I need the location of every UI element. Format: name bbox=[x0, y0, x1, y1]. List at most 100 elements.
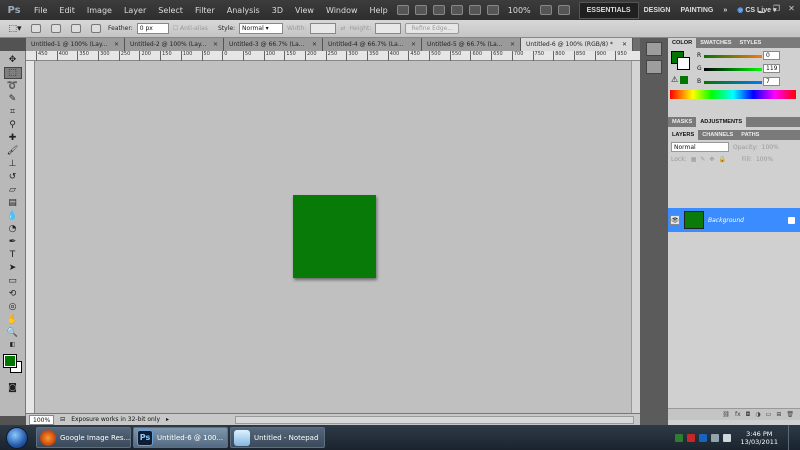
tray-app-icon[interactable] bbox=[674, 433, 683, 442]
tray-network-icon[interactable] bbox=[698, 433, 707, 442]
status-info-icon[interactable]: ⊟ bbox=[60, 416, 65, 423]
style-select[interactable]: Normal ▾ bbox=[239, 23, 284, 34]
fill-value[interactable]: 100% bbox=[756, 156, 773, 163]
canvas-area[interactable] bbox=[35, 61, 631, 413]
tray-adobe-icon[interactable] bbox=[686, 433, 695, 442]
lock-position-icon[interactable]: ✥ bbox=[709, 156, 714, 163]
marquee-preset-icon[interactable]: ⬚▾ bbox=[6, 23, 24, 35]
hand-tool-icon[interactable]: ✋ bbox=[4, 314, 22, 326]
tab-adjustments[interactable]: ADJUSTMENTS bbox=[696, 117, 747, 127]
menu-image[interactable]: Image bbox=[81, 6, 118, 15]
status-arrow-icon[interactable]: ▸ bbox=[166, 416, 169, 423]
3d-orbit-tool-icon[interactable]: ◎ bbox=[4, 301, 22, 313]
blur-tool-icon[interactable]: 💧 bbox=[4, 210, 22, 222]
menu-analysis[interactable]: Analysis bbox=[221, 6, 266, 15]
warning-icon[interactable]: ⚠ bbox=[671, 75, 678, 84]
tray-flag-icon[interactable] bbox=[710, 433, 719, 442]
tab-untitled-5[interactable]: Untitled-5 @ 66.7% (La... ✕ bbox=[422, 38, 521, 51]
clone-stamp-tool-icon[interactable]: ⊥ bbox=[4, 158, 22, 170]
blue-slider[interactable] bbox=[704, 81, 762, 84]
menu-select[interactable]: Select bbox=[152, 6, 189, 15]
intersect-selection-icon[interactable] bbox=[91, 24, 101, 33]
antialias-checkbox[interactable]: ☐ Anti-alias bbox=[173, 25, 208, 32]
link-layers-icon[interactable]: ⛓ bbox=[722, 411, 730, 418]
layer-mask-icon[interactable]: ◘ bbox=[746, 411, 751, 418]
task-notepad[interactable]: Untitled - Notepad bbox=[230, 427, 325, 448]
tab-color[interactable]: COLOR bbox=[668, 38, 697, 48]
close-tab-icon[interactable]: ✕ bbox=[114, 41, 119, 48]
rectangle-tool-icon[interactable]: ▭ bbox=[4, 275, 22, 287]
lasso-tool-icon[interactable]: ➰ bbox=[4, 80, 22, 92]
type-tool-icon[interactable]: T bbox=[4, 249, 22, 261]
workspace-painting[interactable]: PAINTING bbox=[675, 7, 718, 14]
tab-channels[interactable]: CHANNELS bbox=[698, 130, 737, 140]
gradient-tool-icon[interactable]: ▤ bbox=[4, 197, 22, 209]
tray-volume-icon[interactable] bbox=[722, 433, 731, 442]
close-tab-icon[interactable]: ✕ bbox=[312, 41, 317, 48]
feather-input[interactable]: 0 px bbox=[136, 23, 169, 34]
minimize-icon[interactable]: ▁ bbox=[757, 4, 766, 13]
blue-value[interactable]: 7 bbox=[763, 77, 780, 86]
dodge-tool-icon[interactable]: ◔ bbox=[4, 223, 22, 235]
start-button-icon[interactable] bbox=[6, 426, 28, 449]
tab-styles[interactable]: STYLES bbox=[736, 38, 766, 48]
path-selection-tool-icon[interactable]: ➤ bbox=[4, 262, 22, 274]
gamut-swatch[interactable] bbox=[680, 76, 688, 84]
tab-untitled-6[interactable]: Untitled-6 @ 100% (RGB/8) * ✕ bbox=[521, 38, 633, 51]
lock-transparency-icon[interactable]: ▦ bbox=[691, 156, 697, 163]
move-tool-icon[interactable]: ✥ bbox=[4, 54, 22, 66]
bridge-icon[interactable] bbox=[396, 5, 409, 15]
menu-filter[interactable]: Filter bbox=[189, 6, 221, 15]
menu-3d[interactable]: 3D bbox=[266, 6, 289, 15]
red-value[interactable]: 0 bbox=[763, 51, 780, 60]
close-tab-icon[interactable]: ✕ bbox=[213, 41, 218, 48]
height-input[interactable] bbox=[375, 23, 402, 34]
layer-style-icon[interactable]: fx bbox=[735, 411, 741, 418]
refine-edge-button[interactable]: Refine Edge... bbox=[405, 23, 459, 34]
quick-selection-tool-icon[interactable]: ✎ bbox=[4, 93, 22, 105]
history-brush-tool-icon[interactable]: ↺ bbox=[4, 171, 22, 183]
status-zoom-field[interactable]: 100% bbox=[29, 414, 55, 425]
info-panel-icon[interactable] bbox=[646, 60, 662, 74]
workspace-essentials[interactable]: ESSENTIALS bbox=[578, 1, 639, 19]
new-selection-icon[interactable] bbox=[31, 24, 41, 33]
spot-healing-tool-icon[interactable]: ✚ bbox=[4, 132, 22, 144]
3d-rotate-tool-icon[interactable]: ⟲ bbox=[4, 288, 22, 300]
restore-icon[interactable]: ❐ bbox=[772, 4, 781, 13]
menu-file[interactable]: File bbox=[28, 6, 53, 15]
zoom-level[interactable]: 100% bbox=[502, 6, 537, 15]
color-swatches[interactable] bbox=[2, 353, 24, 375]
workspace-more-icon[interactable]: » bbox=[718, 7, 732, 14]
color-spectrum-bar[interactable] bbox=[670, 90, 796, 99]
show-desktop-button[interactable] bbox=[788, 425, 796, 450]
green-square[interactable] bbox=[293, 195, 376, 278]
zoom-icon[interactable] bbox=[468, 5, 481, 15]
pen-tool-icon[interactable]: ✒ bbox=[4, 236, 22, 248]
screen-mode-icon[interactable] bbox=[557, 5, 570, 15]
subtract-selection-icon[interactable] bbox=[71, 24, 81, 33]
lock-pixels-icon[interactable]: ✎ bbox=[700, 156, 705, 163]
adjustment-layer-icon[interactable]: ◑ bbox=[755, 411, 760, 418]
arrange-documents-icon[interactable] bbox=[539, 5, 552, 15]
menu-window[interactable]: Window bbox=[320, 6, 364, 15]
tab-untitled-1[interactable]: Untitled-1 @ 100% (Lay... ✕ bbox=[26, 38, 125, 51]
width-input[interactable] bbox=[310, 23, 337, 34]
clock[interactable]: 3:46 PM 13/03/2011 bbox=[741, 430, 778, 446]
close-tab-icon[interactable]: ✕ bbox=[510, 41, 515, 48]
tab-untitled-2[interactable]: Untitled-2 @ 100% (Lay... ✕ bbox=[125, 38, 224, 51]
eyedropper-tool-icon[interactable]: ⚲ bbox=[4, 119, 22, 131]
tab-masks[interactable]: MASKS bbox=[668, 117, 696, 127]
zoom-tool-icon[interactable]: 🔍 bbox=[4, 327, 22, 339]
close-icon[interactable]: ✕ bbox=[787, 4, 796, 13]
tab-untitled-3[interactable]: Untitled-3 @ 66.7% (La... ✕ bbox=[224, 38, 323, 51]
vertical-scrollbar[interactable] bbox=[631, 61, 640, 413]
layer-background[interactable]: 👁 Background bbox=[668, 208, 800, 232]
menu-help[interactable]: Help bbox=[364, 6, 394, 15]
blend-mode-select[interactable]: Normal bbox=[671, 142, 729, 152]
close-tab-icon[interactable]: ✕ bbox=[622, 41, 627, 48]
foreground-color-swatch[interactable] bbox=[2, 354, 17, 368]
quick-mask-icon[interactable]: ◙ bbox=[4, 382, 22, 394]
green-value[interactable]: 119 bbox=[763, 64, 780, 73]
menu-view[interactable]: View bbox=[289, 6, 320, 15]
tab-untitled-4[interactable]: Untitled-4 @ 66.7% (La... ✕ bbox=[323, 38, 422, 51]
